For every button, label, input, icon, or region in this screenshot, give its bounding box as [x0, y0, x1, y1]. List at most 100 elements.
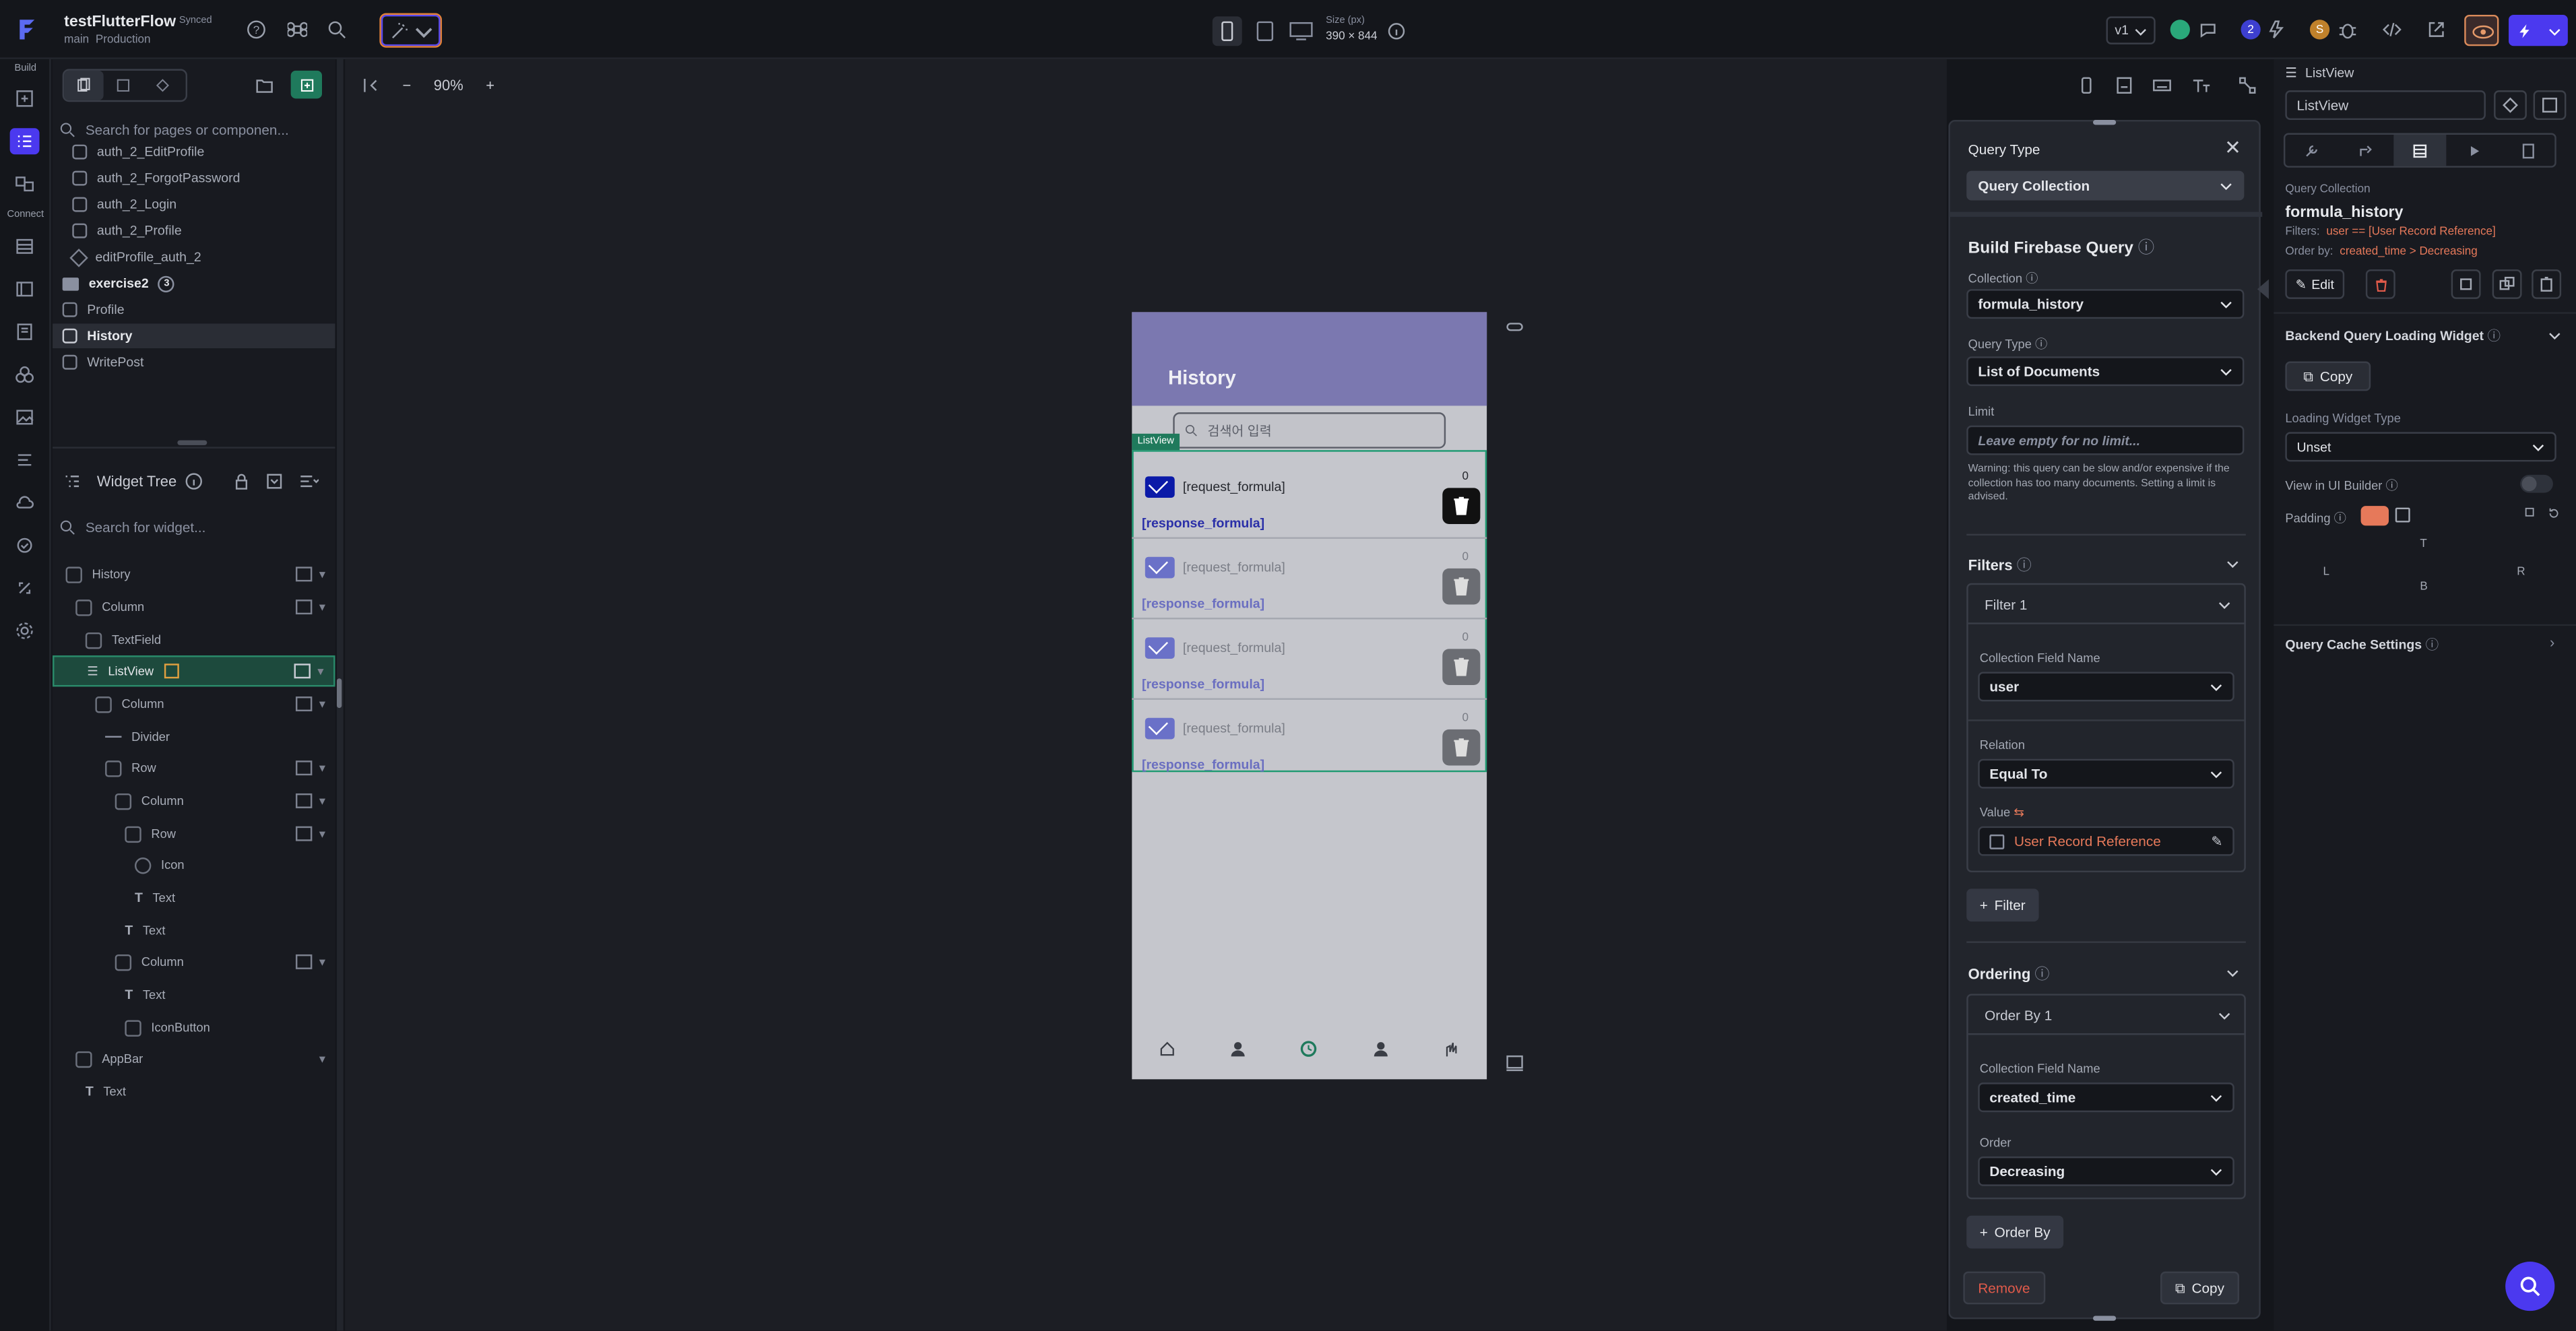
page-item[interactable]: auth_2_Login: [72, 192, 176, 217]
padding-all-toggle[interactable]: [2360, 506, 2389, 526]
add-filter-button[interactable]: + Filter: [1966, 888, 2039, 922]
collapse-panel-icon[interactable]: [362, 75, 381, 95]
settings-icon[interactable]: [10, 618, 40, 644]
flutterflow-logo[interactable]: [13, 16, 40, 42]
tree-node-text[interactable]: T Text: [125, 979, 165, 1010]
keyboard-toggle-icon[interactable]: [1505, 1053, 1524, 1072]
paste-icon[interactable]: [2532, 269, 2562, 299]
preview-button[interactable]: [2464, 14, 2499, 46]
order-1-header[interactable]: Order By 1: [1968, 996, 2245, 1035]
list-item[interactable]: [request_formula] 0 [response_formula]: [1132, 458, 1487, 539]
page-item[interactable]: auth_2_Profile: [72, 218, 182, 243]
page-item[interactable]: Profile: [62, 297, 125, 322]
info-icon[interactable]: [1386, 22, 1406, 41]
user-avatar[interactable]: S: [2309, 20, 2330, 40]
new-folder-icon[interactable]: [255, 75, 274, 95]
padding-individual-toggle[interactable]: [2395, 507, 2410, 523]
page-search[interactable]: Search for pages or componen...: [59, 115, 330, 145]
drag-handle[interactable]: [2093, 1316, 2117, 1321]
order-field-select[interactable]: created_time: [1978, 1082, 2234, 1113]
list-item[interactable]: [request_formula] 0 [response_formula]: [1132, 539, 1487, 620]
tree-node-icon[interactable]: Icon: [134, 849, 185, 880]
copy-padding-icon[interactable]: [2523, 506, 2538, 521]
tree-options-icon[interactable]: [299, 472, 319, 491]
device-phone-button[interactable]: [1212, 16, 1242, 46]
loading-type-select[interactable]: Unset: [2285, 432, 2556, 462]
remove-button[interactable]: Remove: [1963, 1271, 2045, 1305]
copy-button[interactable]: ⧉ Copy: [2160, 1271, 2239, 1305]
widget-search[interactable]: Search for widget...: [59, 513, 330, 542]
widget-name-input[interactable]: ListView: [2285, 90, 2486, 121]
data-types-icon[interactable]: [10, 233, 40, 259]
device-frame-icon[interactable]: [2077, 75, 2096, 95]
splitter-handle[interactable]: [336, 678, 342, 709]
tree-node-divider[interactable]: Divider: [105, 721, 170, 752]
query-cache-settings[interactable]: Query Cache Settings ⓘ: [2285, 636, 2439, 654]
expand-collapse-icon[interactable]: [265, 472, 284, 491]
tab-properties[interactable]: [2285, 135, 2339, 166]
status-ok-icon[interactable]: [2170, 20, 2190, 40]
person-icon[interactable]: [1229, 1040, 1248, 1062]
order-select[interactable]: Decreasing: [1978, 1156, 2234, 1186]
storyboard-icon[interactable]: [10, 171, 40, 197]
chevron-right-icon[interactable]: ›: [2550, 634, 2554, 650]
person-icon[interactable]: [1372, 1040, 1390, 1062]
help-chat-button[interactable]: [2505, 1261, 2555, 1311]
tree-node-text[interactable]: T Text: [86, 1076, 126, 1107]
custom-code-icon[interactable]: [10, 447, 40, 473]
list-item[interactable]: [request_formula] 0 [response_formula]: [1132, 619, 1487, 700]
search-textfield[interactable]: 검색어 입력: [1173, 412, 1446, 449]
limit-input[interactable]: Leave empty for no limit...: [1966, 425, 2245, 455]
folder-item[interactable]: exercise2 3: [62, 271, 175, 296]
component-item[interactable]: editProfile_auth_2: [69, 245, 201, 269]
delete-button[interactable]: [1442, 568, 1481, 605]
tree-node-appbar[interactable]: AppBar ▾: [75, 1043, 335, 1074]
library-tab[interactable]: [143, 71, 183, 100]
zoom-in-icon[interactable]: +: [486, 77, 494, 94]
tree-node-column[interactable]: Column ▾: [75, 591, 335, 622]
tab-actions[interactable]: [2339, 135, 2393, 166]
page-item-selected[interactable]: History: [53, 323, 335, 349]
ai-gen-button[interactable]: [379, 13, 443, 48]
code-icon[interactable]: [2382, 20, 2402, 39]
delete-button[interactable]: [1442, 729, 1481, 766]
tab-backend-query[interactable]: [2393, 134, 2447, 166]
query-type-select[interactable]: Query Collection: [1966, 170, 2245, 201]
layout-icon[interactable]: [2238, 75, 2257, 95]
filter-1-header[interactable]: Filter 1: [1968, 585, 2245, 624]
convert-component-icon[interactable]: [2533, 90, 2567, 121]
tree-node-column[interactable]: Column ▾: [95, 688, 335, 719]
field-select[interactable]: user: [1978, 672, 2234, 702]
lock-icon[interactable]: [232, 472, 251, 491]
list-item[interactable]: [request_formula] 0 [response_formula]: [1132, 700, 1487, 781]
gesture-icon[interactable]: [1442, 1040, 1460, 1062]
collaborators-badge[interactable]: 2: [2241, 20, 2261, 40]
tab-docs[interactable]: [2501, 135, 2554, 166]
add-order-button[interactable]: + Order By: [1966, 1215, 2064, 1249]
qtype-select[interactable]: List of Documents: [1966, 356, 2245, 387]
page-selector-icon[interactable]: [9, 128, 40, 155]
panel-resize-handle[interactable]: [177, 440, 207, 445]
desktop-icon[interactable]: [1287, 16, 1316, 49]
chevron-down-icon[interactable]: [2548, 329, 2562, 342]
tree-node-text[interactable]: T Text: [125, 915, 165, 946]
zoom-out-icon[interactable]: −: [403, 77, 412, 94]
diamond-icon[interactable]: [2494, 90, 2527, 121]
tree-node-iconbutton[interactable]: IconButton: [125, 1012, 210, 1043]
keyboard-icon[interactable]: [2152, 75, 2172, 95]
copy-loading-widget-button[interactable]: ⧉ Copy: [2285, 361, 2371, 391]
page-item[interactable]: WritePost: [62, 350, 143, 375]
drag-handle[interactable]: [2093, 120, 2117, 125]
copy-query-icon[interactable]: [2451, 269, 2481, 299]
components-tab[interactable]: [104, 71, 143, 100]
tab-animations[interactable]: [2447, 135, 2501, 166]
view-ui-builder-toggle[interactable]: [2520, 474, 2553, 493]
firestore-icon[interactable]: [10, 276, 40, 302]
open-external-icon[interactable]: [2426, 20, 2446, 39]
version-select[interactable]: v1: [2106, 16, 2156, 44]
lightning-list-icon[interactable]: [2267, 20, 2287, 39]
chevron-down-icon[interactable]: [2226, 966, 2240, 979]
responsive-icon[interactable]: [2115, 75, 2134, 95]
cloud-functions-icon[interactable]: [10, 490, 40, 516]
padding-bottom[interactable]: B: [2420, 581, 2427, 593]
